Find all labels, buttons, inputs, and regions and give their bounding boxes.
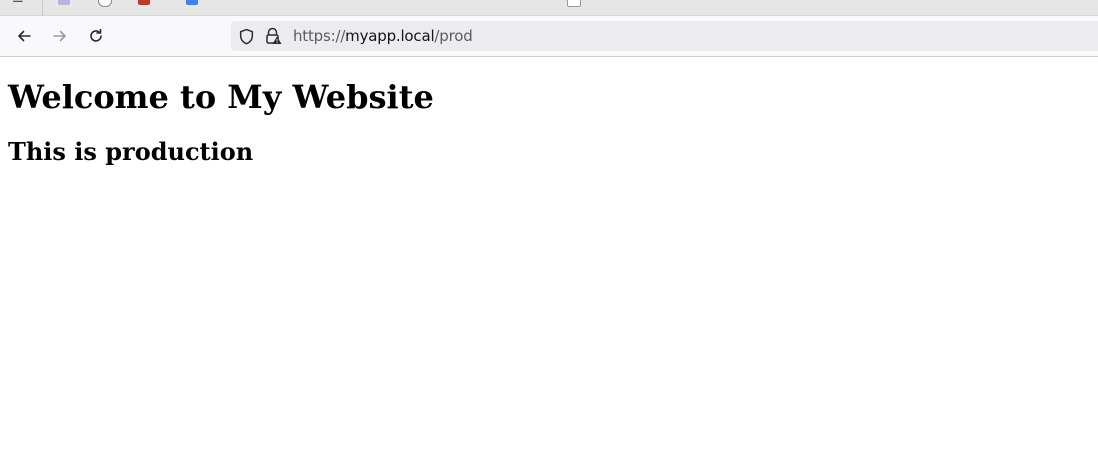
- url-text[interactable]: https://myapp.local/prod: [293, 28, 473, 44]
- browser-window: ☰: [0, 0, 1098, 449]
- url-host: myapp.local: [345, 27, 435, 45]
- tab-list-icon[interactable]: ☰: [12, 0, 24, 6]
- back-button[interactable]: [12, 24, 36, 48]
- tab-favicon[interactable]: [98, 0, 112, 7]
- tab-strip: ☰: [0, 0, 1098, 16]
- url-scheme: https://: [293, 27, 346, 45]
- reload-button[interactable]: [84, 24, 108, 48]
- forward-button[interactable]: [48, 24, 72, 48]
- page-heading: Welcome to My Website: [8, 78, 434, 116]
- tab-favicon[interactable]: [58, 0, 70, 5]
- tab-favicon[interactable]: [186, 0, 198, 5]
- forward-arrow-icon: [53, 30, 66, 42]
- back-arrow-icon: [18, 30, 31, 42]
- address-bar[interactable]: https://myapp.local/prod: [231, 21, 1098, 51]
- tab-separator: [42, 0, 43, 15]
- tab-favicon[interactable]: [567, 0, 581, 7]
- tracking-protection-shield-icon[interactable]: [238, 28, 255, 45]
- page-content: Welcome to My Website This is production: [0, 57, 1098, 449]
- reload-icon: [90, 28, 102, 42]
- tab-favicon[interactable]: [138, 0, 150, 5]
- insecure-lock-icon[interactable]: [264, 27, 282, 45]
- page-subheading: This is production: [8, 137, 254, 166]
- url-path: /prod: [434, 27, 473, 45]
- navigation-toolbar: https://myapp.local/prod: [0, 16, 1098, 57]
